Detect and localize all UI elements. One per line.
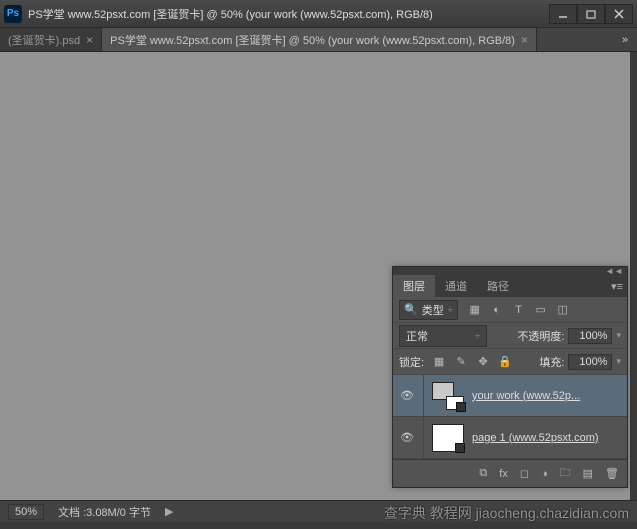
filter-type-select[interactable]: 🔍 类型 ÷ [399,300,458,320]
lock-all-icon[interactable]: 🔒 [498,355,512,368]
lock-row: 锁定: ▦ ✎ ✥ 🔒 填充: 100% ▾ [393,349,627,375]
layer-thumbnail[interactable] [432,382,464,410]
fill-input[interactable]: 100% [568,354,612,370]
layer-filter-row: 🔍 类型 ÷ ▦ ◐ T ▭ ◫ [393,297,627,323]
fill-label: 填充: [539,354,564,370]
layer-name[interactable]: your work (www.52p... [472,390,621,402]
filter-text-icon[interactable]: T [512,303,526,317]
zoom-input[interactable]: 50% [8,504,44,520]
blend-mode-select[interactable]: 正常 ÷ [399,325,487,347]
app-icon: Ps [4,5,22,23]
opacity-label: 不透明度: [517,328,564,344]
lock-brush-icon[interactable]: ✎ [454,355,468,368]
blend-mode-label: 正常 [406,328,428,344]
layer-name[interactable]: page 1 (www.52psxt.com) [472,432,621,444]
lock-position-icon[interactable]: ✥ [476,355,490,368]
panel-collapse-bar[interactable]: ◄◄ [393,267,627,275]
smart-object-badge [456,402,466,412]
tab-label: (圣诞贺卡).psd [8,32,80,48]
doc-info: 文档 :3.08M/0 字节 [58,504,151,520]
visibility-toggle[interactable]: 👁 [399,431,415,444]
mask-icon[interactable]: ◻ [520,467,529,480]
divider [423,375,424,416]
chevron-down-icon[interactable]: ▾ [616,356,621,367]
chevron-down-icon: ÷ [448,305,453,315]
filter-smart-icon[interactable]: ◫ [556,303,570,317]
layer-row[interactable]: 👁 your work (www.52p... [393,375,627,417]
layers-panel: ◄◄ 图层 通道 路径 ▾≡ 🔍 类型 ÷ ▦ ◐ T ▭ ◫ 正常 ÷ 不透明… [392,266,628,488]
lock-label: 锁定: [399,354,424,370]
fx-icon[interactable]: fx [499,468,508,480]
document-tab[interactable]: PS学堂 www.52psxt.com [圣诞贺卡] @ 50% (your w… [102,28,537,51]
layer-row[interactable]: 👁 page 1 (www.52psxt.com) [393,417,627,459]
tab-label: PS学堂 www.52psxt.com [圣诞贺卡] @ 50% (your w… [110,32,515,48]
new-layer-icon[interactable]: ▤ [583,467,593,480]
filter-image-icon[interactable]: ▦ [468,303,482,317]
watermark: 查字典 教程网 jiaocheng.chazidian.com [384,503,629,523]
minimize-button[interactable] [549,4,577,24]
opacity-input[interactable]: 100% [568,328,612,344]
trash-icon[interactable]: 🗑 [605,467,619,480]
chevron-down-icon: ÷ [475,331,480,341]
tab-paths[interactable]: 路径 [477,275,519,297]
smart-object-badge [455,443,465,453]
link-layers-icon[interactable]: ⧉ [479,467,487,480]
search-icon: 🔍 [404,303,418,316]
status-arrow-icon[interactable]: ▶ [165,505,173,518]
layers-list: 👁 your work (www.52p... 👁 page 1 (www.52… [393,375,627,459]
blend-mode-row: 正常 ÷ 不透明度: 100% ▾ [393,323,627,349]
filter-shape-icon[interactable]: ▭ [534,303,548,317]
close-button[interactable] [605,4,633,24]
vertical-scrollbar[interactable] [630,52,637,500]
adjustment-layer-icon[interactable]: ◑ [541,468,548,480]
filter-label: 类型 [422,302,444,318]
tab-overflow-button[interactable]: » [613,28,637,51]
chevron-down-icon[interactable]: ▾ [616,330,621,341]
folder-icon[interactable]: 🗀 [560,464,571,483]
divider [423,417,424,458]
tab-layers[interactable]: 图层 [393,275,435,297]
document-tabbar: (圣诞贺卡).psd × PS学堂 www.52psxt.com [圣诞贺卡] … [0,28,637,52]
filter-adjust-icon[interactable]: ◐ [490,303,504,317]
tab-channels[interactable]: 通道 [435,275,477,297]
visibility-toggle[interactable]: 👁 [399,389,415,402]
close-tab-icon[interactable]: × [521,33,528,47]
layers-panel-toolbar: ⧉ fx ◻ ◑ 🗀 ▤ 🗑 [393,459,627,487]
document-tab[interactable]: (圣诞贺卡).psd × [0,28,102,51]
panel-menu-button[interactable]: ▾≡ [607,275,627,297]
lock-pixels-icon[interactable]: ▦ [432,355,446,368]
layer-thumbnail[interactable] [432,424,464,452]
maximize-button[interactable] [577,4,605,24]
window-title: PS学堂 www.52psxt.com [圣诞贺卡] @ 50% (your w… [28,6,549,22]
horizontal-scrollbar[interactable] [0,522,637,529]
close-tab-icon[interactable]: × [86,33,93,47]
